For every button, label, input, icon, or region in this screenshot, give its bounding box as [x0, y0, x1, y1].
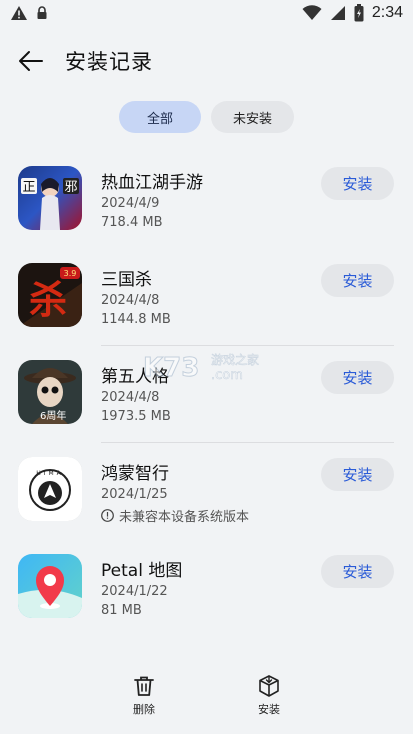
delete-button[interactable]: 删除: [114, 674, 174, 717]
compat-warning: 未兼容本设备系统版本: [101, 506, 249, 525]
hima-text: HIMA: [36, 470, 64, 477]
list-item[interactable]: HIMA 鸿蒙智行 2024/1/25 未兼容本设备系统版本 安装: [0, 443, 413, 540]
app-size: 718.4 MB: [101, 215, 163, 230]
install-box-icon: [259, 675, 279, 697]
petal-maps-app-icon: [18, 554, 82, 618]
rxjh-left-text: 正: [22, 180, 35, 195]
app-name: 热血江湖手游: [101, 173, 203, 193]
rexue-jianghu-app-icon: 正 邪: [18, 166, 82, 230]
bottom-install-button[interactable]: 安装: [239, 674, 299, 717]
back-arrow-icon: [19, 51, 43, 71]
diwu-badge: 6周年: [40, 409, 66, 422]
back-button[interactable]: [16, 46, 46, 76]
install-button[interactable]: 安装: [321, 555, 394, 588]
lock-icon: [37, 6, 47, 19]
app-name: Petal 地图: [101, 561, 183, 581]
status-bar: 2:34: [0, 0, 413, 30]
app-screen: 2:34 安装记录 全部 未安装 正 邪 热血江湖手游 2024/4/9 718…: [0, 0, 413, 734]
battery-icon: [354, 4, 364, 22]
app-date: 2024/4/8: [101, 293, 160, 308]
status-bar-right: 2:34: [302, 4, 403, 22]
list-item[interactable]: 正 邪 热血江湖手游 2024/4/9 718.4 MB 安装: [0, 152, 413, 249]
app-date: 2024/4/9: [101, 196, 160, 211]
compat-warning-text: 未兼容本设备系统版本: [119, 510, 250, 525]
filter-all[interactable]: 全部: [118, 101, 201, 133]
install-button[interactable]: 安装: [321, 264, 394, 297]
wifi-icon: [302, 5, 322, 20]
rxjh-right-text: 邪: [64, 180, 77, 195]
list-item[interactable]: 杀 3.9 三国杀 2024/4/8 1144.8 MB 安装: [0, 249, 413, 346]
app-date: 2024/4/8: [101, 390, 160, 405]
app-date: 2024/1/22: [101, 584, 168, 599]
install-button[interactable]: 安装: [321, 458, 394, 491]
filter-chips: 全部 未安装: [0, 101, 413, 133]
app-size: 1144.8 MB: [101, 312, 171, 327]
delete-label: 删除: [133, 703, 155, 716]
page-title: 安装记录: [65, 50, 153, 74]
app-name: 第五人格: [101, 367, 169, 387]
app-date: 2024/1/25: [101, 487, 168, 502]
install-record-list: 正 邪 热血江湖手游 2024/4/9 718.4 MB 安装 杀 3.9 三国…: [0, 152, 413, 637]
filter-not-installed[interactable]: 未安装: [210, 101, 294, 133]
status-bar-left: [10, 5, 48, 21]
sgs-badge: 3.9: [64, 269, 77, 278]
hongmeng-zhixing-app-icon: HIMA: [18, 457, 82, 521]
signal-icon: [330, 6, 345, 20]
header: 安装记录: [0, 40, 413, 80]
info-circle-icon: [101, 509, 114, 522]
sanguosha-app-icon: 杀 3.9: [18, 263, 82, 327]
app-name: 鸿蒙智行: [101, 464, 169, 484]
warning-icon: [11, 6, 27, 20]
sgs-character: 杀: [29, 277, 67, 322]
install-button[interactable]: 安装: [321, 361, 394, 394]
app-size: 1973.5 MB: [101, 409, 171, 424]
app-name: 三国杀: [101, 270, 152, 290]
status-time: 2:34: [371, 4, 403, 21]
list-item[interactable]: 6周年 第五人格 2024/4/8 1973.5 MB 安装: [0, 346, 413, 443]
install-button[interactable]: 安装: [321, 167, 394, 200]
list-item[interactable]: Petal 地图 2024/1/22 81 MB 安装: [0, 540, 413, 637]
app-size: 81 MB: [101, 603, 142, 618]
install-label: 安装: [258, 703, 280, 716]
diwu-renge-app-icon: 6周年: [18, 360, 82, 424]
bottom-action-bar: 删除 安装: [0, 664, 413, 734]
trash-icon: [134, 676, 154, 696]
